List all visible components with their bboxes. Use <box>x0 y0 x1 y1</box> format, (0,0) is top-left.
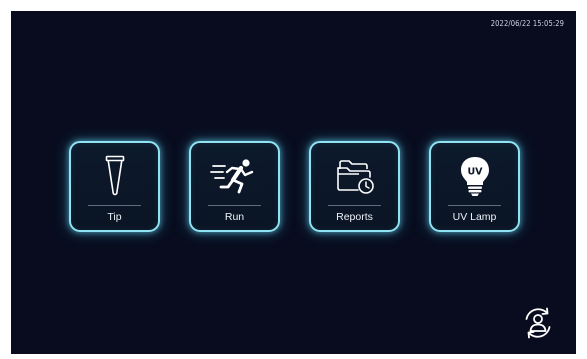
folder-clock-icon <box>311 153 398 199</box>
tip-button[interactable]: Tip <box>69 141 160 232</box>
uv-bulb-icon: UV <box>431 153 518 199</box>
tip-icon <box>71 153 158 199</box>
tile-divider <box>328 205 381 206</box>
reports-label: Reports <box>336 211 373 223</box>
run-button[interactable]: Run <box>189 141 280 232</box>
uv-icon-text: UV <box>467 167 483 178</box>
uv-lamp-button[interactable]: UV UV Lamp <box>429 141 520 232</box>
main-screen: 2022/06/22 15:05:29 Tip Run Reports UV U… <box>11 11 576 354</box>
tip-label: Tip <box>107 211 122 223</box>
reports-button[interactable]: Reports <box>309 141 400 232</box>
run-label: Run <box>224 211 245 223</box>
tile-divider <box>448 205 501 206</box>
tile-divider <box>208 205 261 206</box>
uv-lamp-label: UV Lamp <box>452 211 497 223</box>
switch-user-button[interactable] <box>520 305 556 341</box>
tile-divider <box>88 205 141 206</box>
running-person-icon <box>191 153 278 199</box>
datetime-display: 2022/06/22 15:05:29 <box>490 19 564 28</box>
switch-user-icon <box>525 307 551 339</box>
